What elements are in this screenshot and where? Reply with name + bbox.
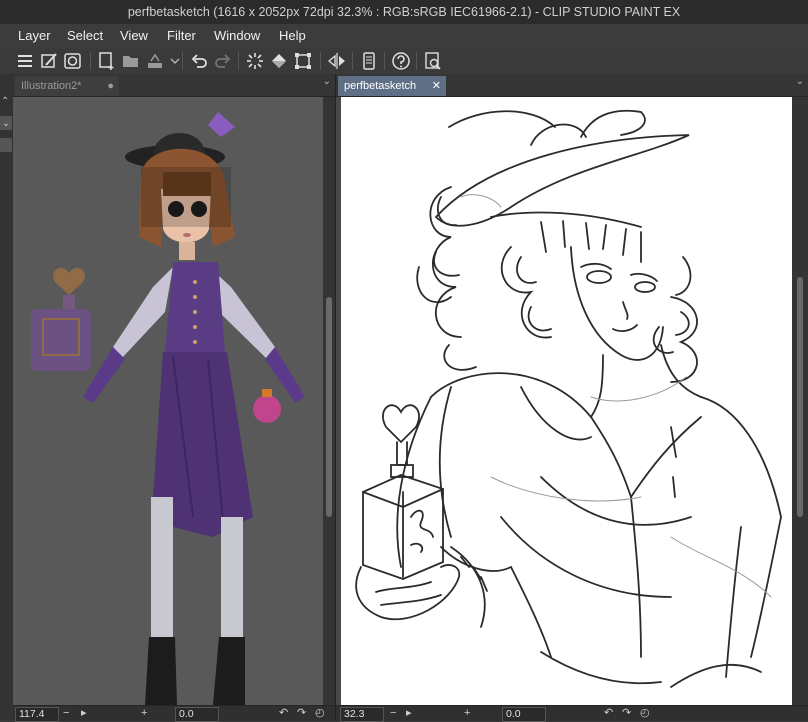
undo-icon[interactable] <box>188 51 210 71</box>
menu-select[interactable]: Select <box>61 24 109 48</box>
zoom-slider-icon[interactable]: ▸ <box>406 706 412 721</box>
menu-layer[interactable]: Layer <box>12 24 57 48</box>
redo-icon[interactable] <box>212 51 234 71</box>
sketch-canvas[interactable] <box>341 97 792 705</box>
menu-filter[interactable]: Filter <box>161 24 202 48</box>
unsaved-dot-icon: ● <box>107 80 114 92</box>
reset-rotation-icon[interactable]: ◴ <box>640 706 650 721</box>
search-icon[interactable] <box>422 51 444 71</box>
help-icon[interactable] <box>390 51 412 71</box>
save-icon[interactable] <box>144 51 166 71</box>
close-icon[interactable]: ✕ <box>432 76 441 96</box>
reference-figure-image <box>13 97 323 705</box>
menu-help[interactable]: Help <box>273 24 312 48</box>
rotate-right-button[interactable]: ↷ <box>622 706 631 721</box>
menu-window[interactable]: Window <box>208 24 266 48</box>
rotate-left-button[interactable]: ↶ <box>279 706 288 721</box>
zoom-out-button[interactable]: − <box>63 706 69 721</box>
open-icon[interactable] <box>120 51 142 71</box>
window-title: perfbetasketch (1616 x 2052px 72dpi 32.3… <box>0 0 808 24</box>
device-icon[interactable] <box>358 51 380 71</box>
tab-label: perfbetasketch <box>344 80 417 92</box>
fill-icon[interactable] <box>268 51 290 71</box>
left-vertical-scrollbar[interactable] <box>323 97 335 705</box>
vector-icon[interactable] <box>62 51 84 71</box>
edit-layer-icon[interactable] <box>38 51 60 71</box>
zoom-in-button[interactable]: + <box>464 706 470 721</box>
crop-icon[interactable] <box>292 51 314 71</box>
scroll-thumb[interactable] <box>326 297 332 517</box>
chevron-down-icon[interactable]: ⌄ <box>323 76 331 87</box>
new-icon[interactable] <box>96 51 118 71</box>
command-bar <box>0 48 808 75</box>
reset-rotation-icon[interactable]: ◴ <box>315 706 325 721</box>
reference-canvas[interactable] <box>13 97 323 705</box>
chevron-down-icon[interactable]: ⌄ <box>796 76 804 87</box>
chevron-down-icon[interactable]: ⌄ <box>0 116 12 130</box>
tab-label: Illustration2* <box>21 80 82 92</box>
zoom-slider-icon[interactable]: ▸ <box>81 706 87 721</box>
tab-illustration2[interactable]: Illustration2* ● <box>15 76 119 96</box>
tab-bar-left: Illustration2* ● ⌄ <box>13 74 335 97</box>
trash-icon[interactable] <box>0 138 12 152</box>
status-bar-left: 117.4 − ▸ + 0.0 ↶ ↷ ◴ <box>13 705 335 722</box>
menu-bar: Layer Select View Filter Window Help <box>0 24 808 48</box>
tab-perfbetasketch[interactable]: perfbetasketch ✕ <box>338 76 446 96</box>
flip-icon[interactable] <box>326 51 348 71</box>
sketch-artwork-image <box>355 109 782 688</box>
scroll-thumb[interactable] <box>797 277 803 517</box>
rotate-right-button[interactable]: ↷ <box>297 706 306 721</box>
status-bar-right: 32.3 − ▸ + 0.0 ↶ ↷ ◴ <box>336 705 808 722</box>
chevron-down-icon[interactable] <box>164 51 180 71</box>
side-panel-strip: ⌃ ⌄ <box>0 74 14 720</box>
chevron-up-icon[interactable]: ⌃ <box>1 96 9 107</box>
zoom-out-button[interactable]: − <box>390 706 396 721</box>
rotate-left-button[interactable]: ↶ <box>604 706 613 721</box>
clear-icon[interactable] <box>244 51 266 71</box>
menu-view[interactable]: View <box>114 24 154 48</box>
right-vertical-scrollbar[interactable] <box>792 97 808 705</box>
hamburger-menu-icon[interactable] <box>14 51 36 71</box>
tab-bar-right: perfbetasketch ✕ ⌄ <box>336 74 808 97</box>
zoom-in-button[interactable]: + <box>141 706 147 721</box>
